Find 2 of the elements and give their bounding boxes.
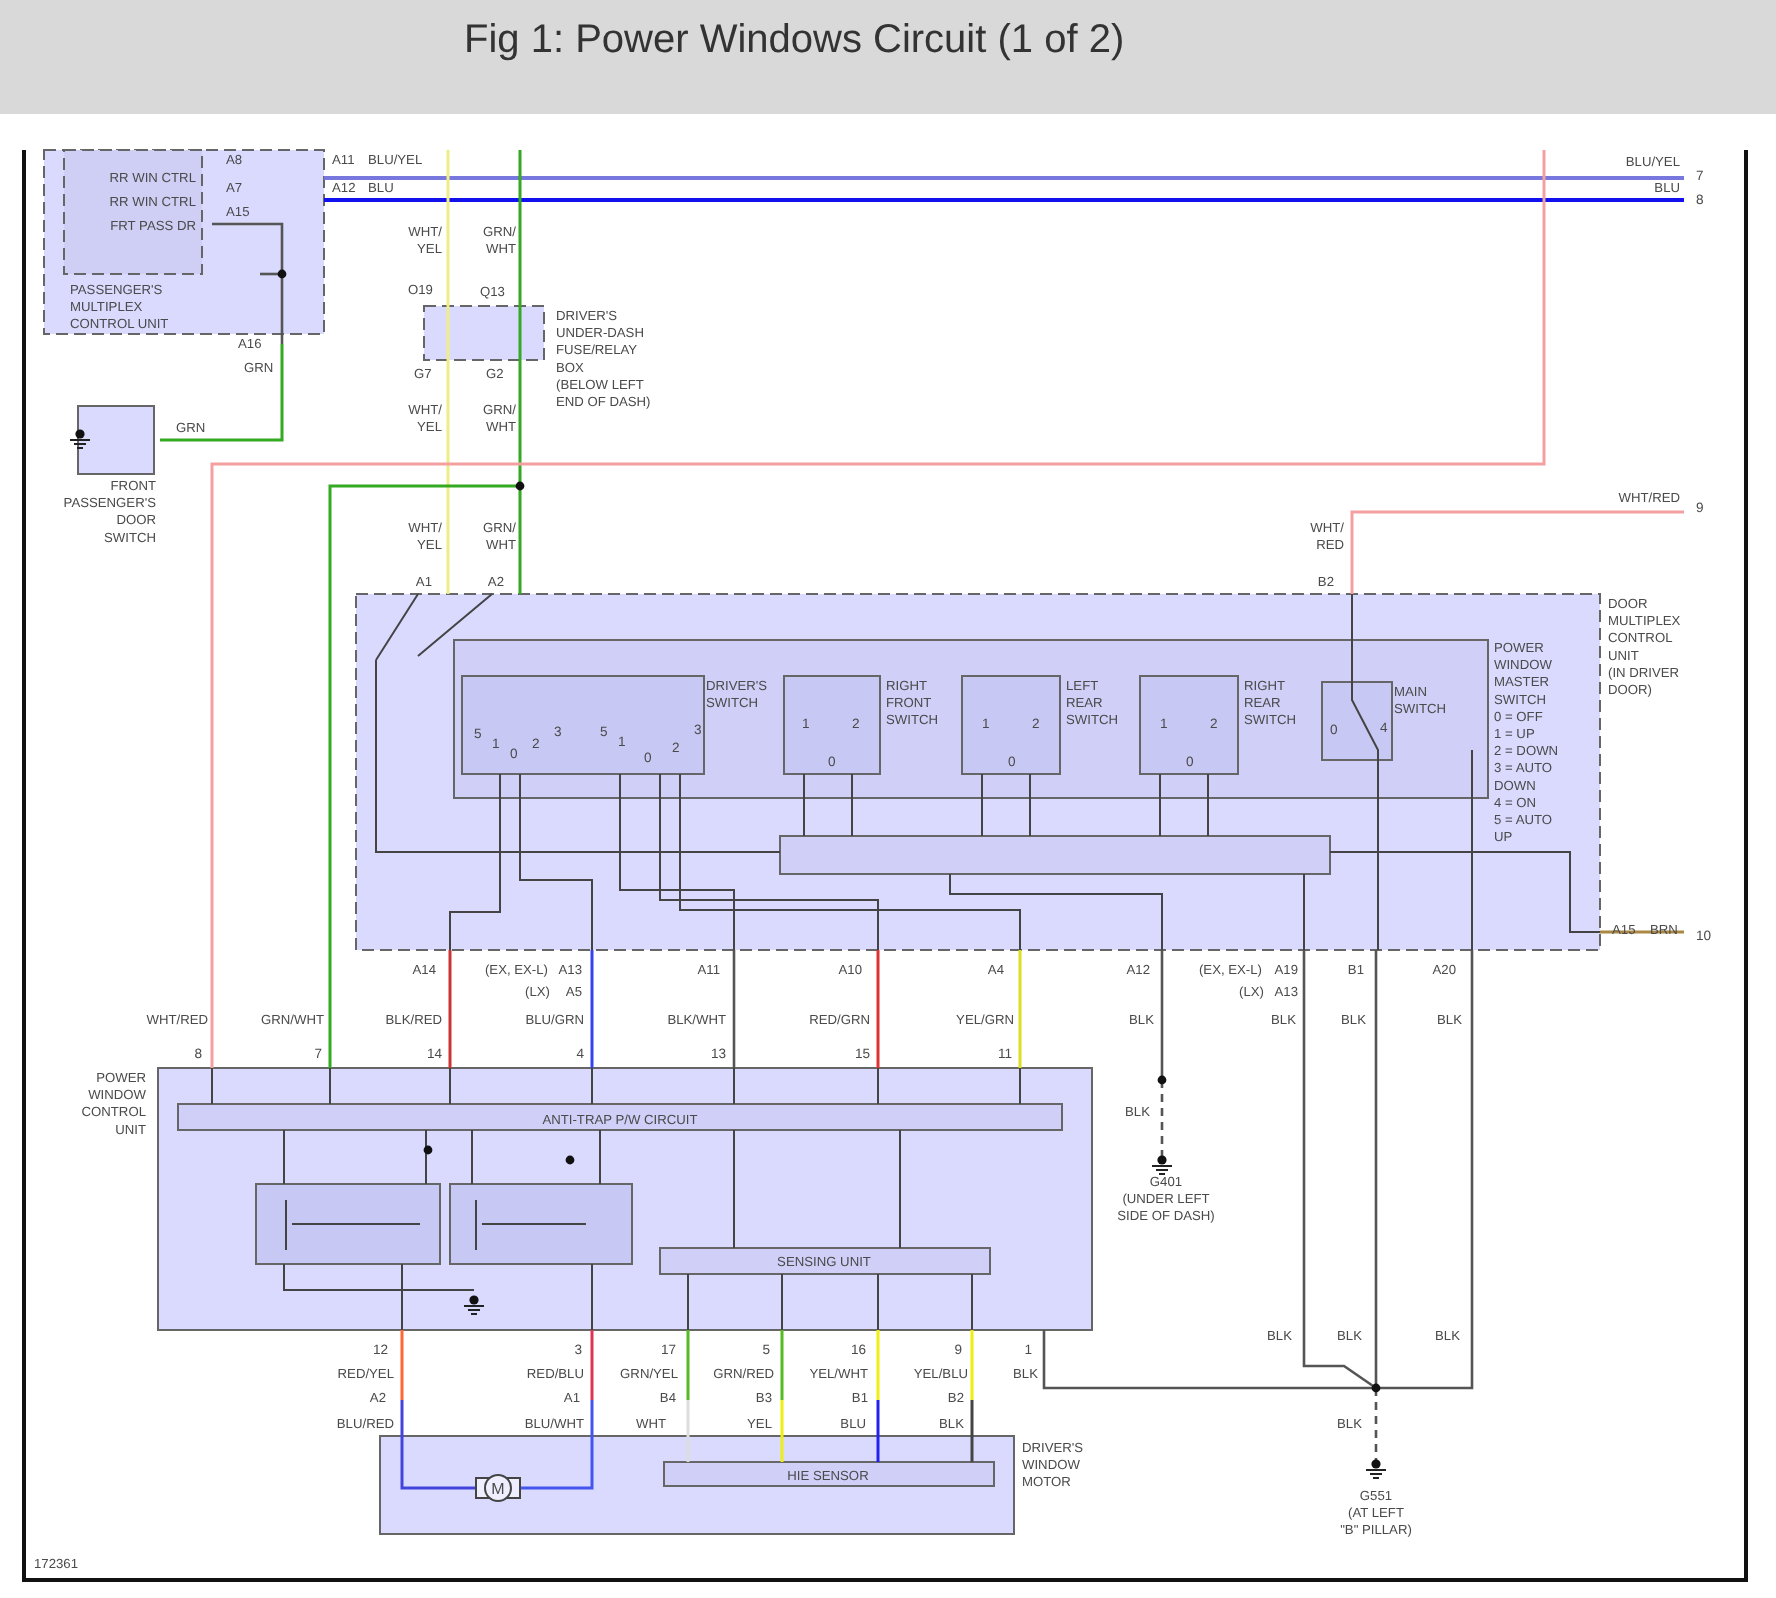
page-title: Fig 1: Power Windows Circuit (1 of 2) (464, 18, 1125, 64)
motor-symbol: M (491, 1480, 505, 1498)
